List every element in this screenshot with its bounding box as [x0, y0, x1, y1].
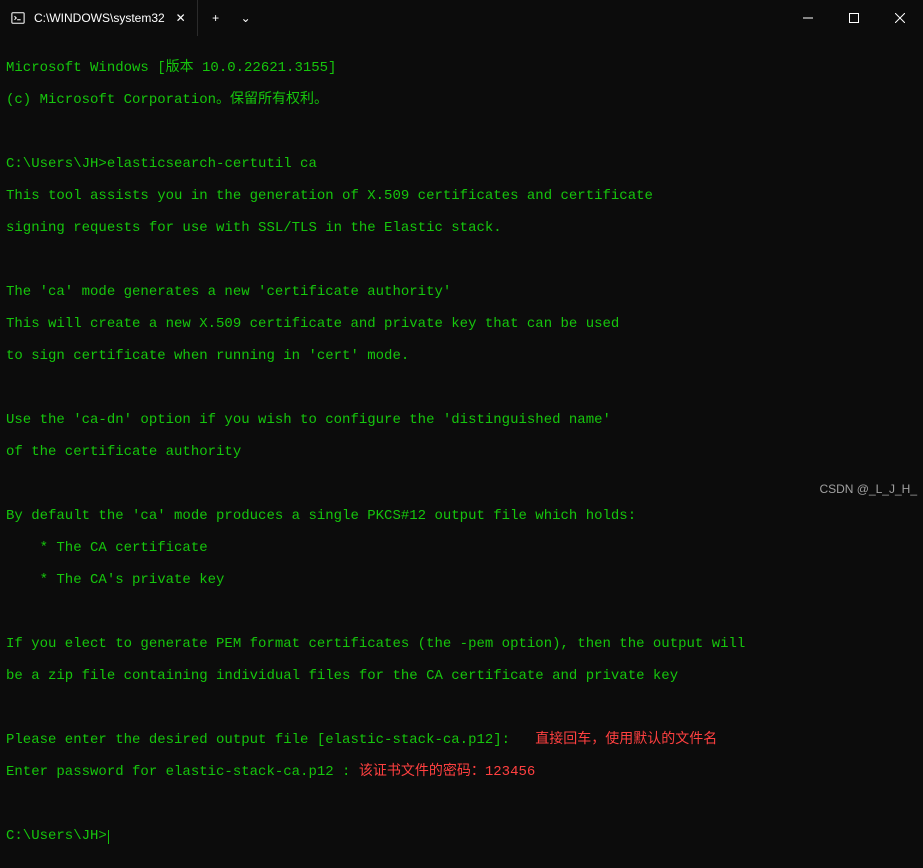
output-line: to sign certificate when running in 'cer…: [6, 348, 917, 364]
terminal-body[interactable]: Microsoft Windows [版本 10.0.22621.3155] (…: [0, 36, 923, 868]
prompt-output-file: Please enter the desired output file [el…: [6, 732, 518, 748]
output-line: This tool assists you in the generation …: [6, 188, 917, 204]
blank-line: [6, 476, 917, 492]
window-titlebar: C:\WINDOWS\system32 ✕ + ⌄: [0, 0, 923, 36]
blank-line: [6, 380, 917, 396]
output-line: This will create a new X.509 certificate…: [6, 316, 917, 332]
window-controls: [785, 0, 923, 36]
blank-line: [6, 124, 917, 140]
banner-line: (c) Microsoft Corporation。保留所有权利。: [6, 92, 917, 108]
new-tab-button[interactable]: +: [198, 0, 234, 36]
terminal-icon: [10, 10, 26, 26]
output-line: be a zip file containing individual file…: [6, 668, 917, 684]
banner-line: Microsoft Windows [版本 10.0.22621.3155]: [6, 60, 917, 76]
window-close-button[interactable]: [877, 0, 923, 36]
output-line: * The CA's private key: [6, 572, 917, 588]
output-line: The 'ca' mode generates a new 'certifica…: [6, 284, 917, 300]
blank-line: [6, 796, 917, 812]
minimize-button[interactable]: [785, 0, 831, 36]
tab-actions: + ⌄: [198, 0, 258, 36]
output-line: of the certificate authority: [6, 444, 917, 460]
blank-line: [6, 604, 917, 620]
tab-dropdown-button[interactable]: ⌄: [234, 0, 258, 36]
annotation-output-file: 直接回车，使用默认的文件名: [518, 732, 717, 748]
prompt-line: C:\Users\JH>: [6, 828, 917, 844]
annotation-password: 该证书文件的密码：123456: [359, 764, 535, 780]
blank-line: [6, 700, 917, 716]
output-line: By default the 'ca' mode produces a sing…: [6, 508, 917, 524]
prompt-password: Enter password for elastic-stack-ca.p12 …: [6, 764, 359, 780]
maximize-button[interactable]: [831, 0, 877, 36]
input-prompt-line: Please enter the desired output file [el…: [6, 732, 917, 748]
input-prompt-line: Enter password for elastic-stack-ca.p12 …: [6, 764, 917, 780]
titlebar-drag-area[interactable]: [258, 0, 785, 36]
prompt-prefix: C:\Users\JH>: [6, 156, 107, 172]
output-line: signing requests for use with SSL/TLS in…: [6, 220, 917, 236]
prompt-line: C:\Users\JH>elasticsearch-certutil ca: [6, 156, 917, 172]
tab-close-button[interactable]: ✕: [173, 10, 189, 26]
tab-active[interactable]: C:\WINDOWS\system32 ✕: [0, 0, 198, 36]
cursor: [108, 830, 109, 844]
tab-title: C:\WINDOWS\system32: [34, 11, 165, 25]
prompt-prefix: C:\Users\JH>: [6, 828, 107, 844]
output-line: Use the 'ca-dn' option if you wish to co…: [6, 412, 917, 428]
prompt-command: elasticsearch-certutil ca: [107, 156, 317, 172]
blank-line: [6, 252, 917, 268]
output-line: * The CA certificate: [6, 540, 917, 556]
output-line: If you elect to generate PEM format cert…: [6, 636, 917, 652]
watermark: CSDN @_L_J_H_: [819, 482, 917, 496]
